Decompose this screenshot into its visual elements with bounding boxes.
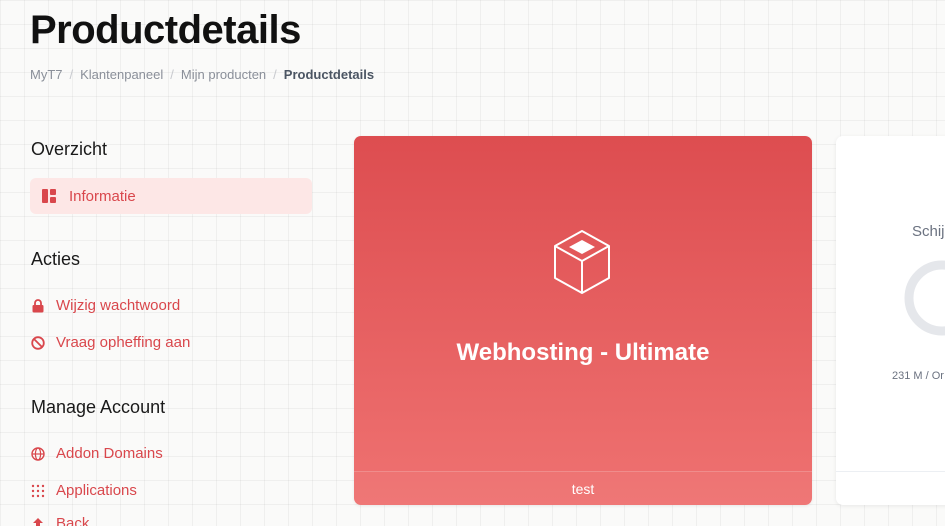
- sidebar-item-addon-domains[interactable]: Addon Domains: [30, 445, 163, 462]
- section-heading-manage-account: Manage Account: [31, 397, 166, 417]
- sidebar-item-label: Applications: [56, 482, 137, 499]
- sidebar-item-label: Informatie: [69, 187, 136, 205]
- gauge-icon: [902, 258, 945, 338]
- section-heading-overzicht: Overzicht: [31, 139, 108, 159]
- disk-usage-text: 231 M / Or: [892, 370, 944, 382]
- grid-dots-icon: [30, 483, 46, 499]
- sidebar-item-informatie[interactable]: Informatie: [30, 178, 312, 214]
- upload-icon: [30, 516, 46, 526]
- sidebar-item-wijzig-wachtwoord[interactable]: Wijzig wachtwoord: [30, 297, 180, 314]
- section-heading-acties: Acties: [31, 249, 81, 269]
- product-card-footer-text: test: [571, 480, 595, 497]
- sidebar-item-label: Wijzig wachtwoord: [56, 297, 181, 314]
- sidebar: Overzicht Informatie Acties Wijzig wacht…: [30, 0, 313, 526]
- product-card-footer: test: [354, 471, 812, 505]
- sidebar-item-label: Back: [56, 515, 90, 526]
- lock-icon: [30, 298, 46, 314]
- sidebar-item-vraag-opheffing-aan[interactable]: Vraag opheffing aan: [30, 334, 190, 351]
- product-card: Webhosting - Ultimate test: [354, 136, 812, 505]
- sidebar-item-label: Vraag opheffing aan: [56, 334, 191, 351]
- divider: [836, 471, 945, 472]
- sidebar-item-label: Addon Domains: [56, 445, 163, 462]
- ban-icon: [30, 335, 46, 351]
- sidebar-item-applications[interactable]: Applications: [30, 482, 137, 499]
- dashboard-icon: [41, 188, 57, 204]
- disk-usage-title: Schij: [912, 223, 945, 240]
- box-icon: [552, 228, 612, 296]
- globe-icon: [30, 446, 46, 462]
- sidebar-item-back[interactable]: Back: [30, 515, 89, 526]
- product-name: Webhosting - Ultimate: [456, 339, 710, 366]
- disk-usage-card: Schij 231 M / Or: [836, 136, 945, 505]
